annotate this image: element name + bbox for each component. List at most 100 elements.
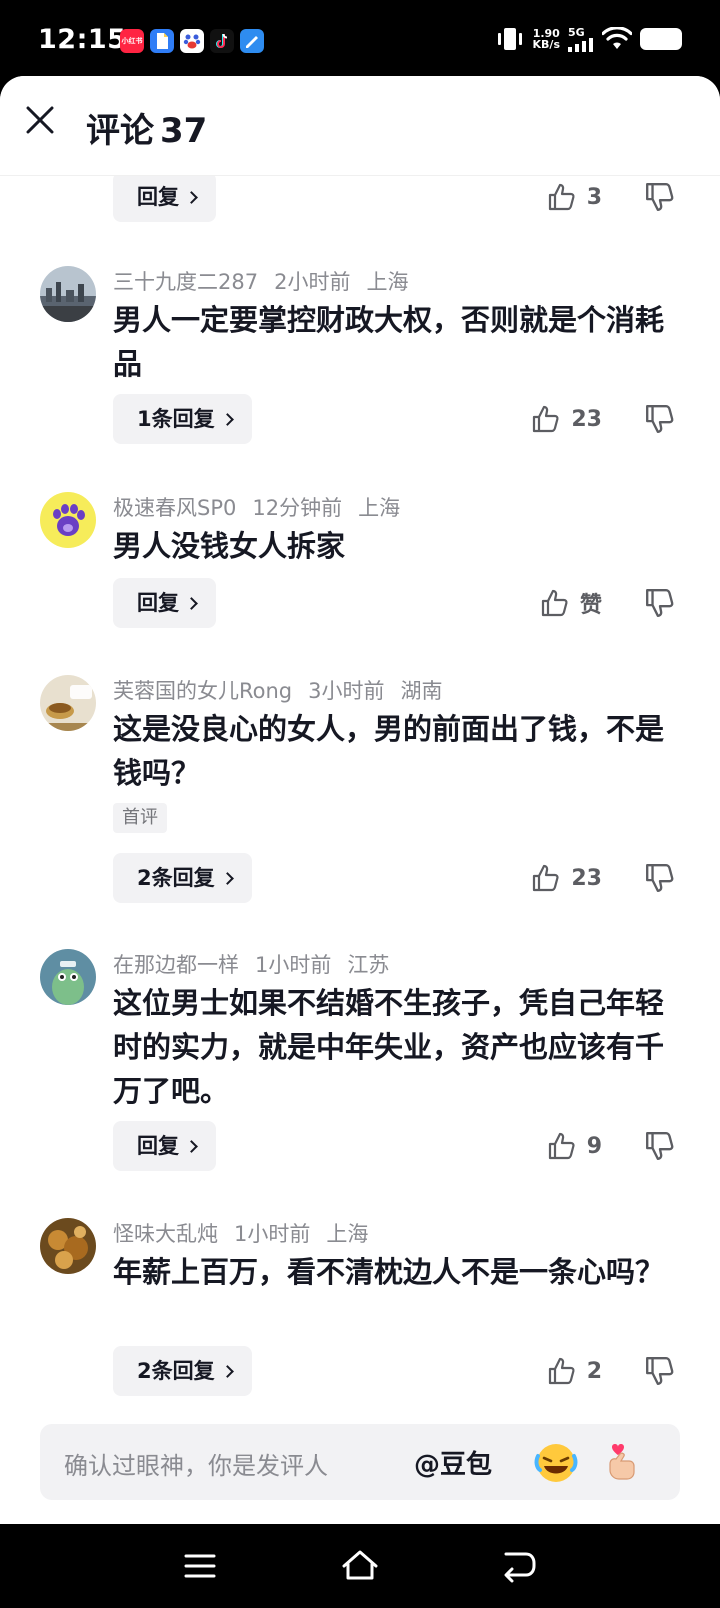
cartoon-avatar-icon <box>40 949 96 1005</box>
reply-label: 回复 <box>137 185 179 209</box>
reply-label: 2条回复 <box>137 1359 215 1383</box>
reply-label: 回复 <box>137 1134 179 1158</box>
like-count: 23 <box>571 406 602 432</box>
thumbs-up-icon <box>548 1132 575 1160</box>
wifi-icon <box>602 27 632 49</box>
thumbs-up-icon <box>533 405 559 433</box>
like-button[interactable]: 23 <box>531 394 602 444</box>
tea-avatar-icon <box>40 675 96 731</box>
comment-time: 2小时前 <box>274 270 351 294</box>
comments-title: 评论 37 <box>86 103 207 152</box>
battery-icon <box>640 28 682 50</box>
comment-input-placeholder[interactable]: 确认过眼神，你是发评人 <box>64 1446 328 1481</box>
network-type: 5G <box>568 25 585 39</box>
signal-icon <box>568 37 593 52</box>
comment-location: 江苏 <box>347 953 390 977</box>
avatar[interactable] <box>40 1218 96 1274</box>
avatar[interactable] <box>40 949 96 1005</box>
comment-time: 1小时前 <box>234 1222 311 1246</box>
comment-username[interactable]: 芙蓉国的女儿Rong <box>113 679 292 703</box>
like-button[interactable]: 赞 <box>540 578 602 628</box>
like-button[interactable]: 2 <box>547 1346 602 1396</box>
reply-button[interactable]: 回复 <box>113 578 216 628</box>
docs-app-icon <box>150 29 174 53</box>
thumbs-up-icon <box>548 1357 575 1385</box>
reply-button[interactable]: 2条回复 <box>113 853 252 903</box>
thumbs-down-icon[interactable] <box>644 587 676 619</box>
cellular-indicator: 5G <box>568 27 594 52</box>
comment-list[interactable]: 回复 3 三十九度二287 2小时前 上海 男人一定要掌控财政大权，否则就是个消耗品… <box>0 176 720 1492</box>
comments-title-label: 评论 <box>86 111 154 151</box>
status-indicators: 1.90 KB/s 5G <box>495 26 682 52</box>
close-icon[interactable] <box>22 102 58 138</box>
thumbs-down-icon[interactable] <box>644 181 676 213</box>
comment-location: 上海 <box>366 270 409 294</box>
comment-username[interactable]: 三十九度二287 <box>113 270 258 294</box>
comment-text[interactable]: 这位男士如果不结婚不生孩子，凭自己年轻时的实力，就是中年失业，资产也应该有千万了… <box>113 981 673 1113</box>
laughing-emoji-icon[interactable] <box>532 1438 580 1486</box>
comment-meta: 在那边都一样 1小时前 江苏 <box>113 949 405 979</box>
thumbs-up-icon <box>548 183 575 211</box>
xiaohongshu-app-icon: 小红书 <box>120 29 144 53</box>
like-count: 赞 <box>579 593 602 618</box>
avatar[interactable] <box>40 266 96 322</box>
comment-location: 上海 <box>326 1222 369 1246</box>
like-count: 9 <box>586 1133 602 1159</box>
comments-count: 37 <box>160 111 208 151</box>
chevron-right-icon <box>220 1365 234 1378</box>
chevron-right-icon <box>185 597 198 610</box>
baidu-app-icon <box>180 29 204 53</box>
thumbs-up-icon <box>541 589 568 617</box>
thumbs-down-icon[interactable] <box>644 1130 676 1162</box>
tiktok-app-icon <box>210 29 234 53</box>
comment-text[interactable]: 年薪上百万，看不清枕边人不是一条心吗？ <box>113 1250 673 1294</box>
notification-app-icons: 小红书 <box>120 29 264 53</box>
chevron-right-icon <box>185 191 198 204</box>
comment-meta: 怪味大乱炖 1小时前 上海 <box>113 1218 384 1248</box>
comment-location: 上海 <box>358 496 401 520</box>
comments-sheet: 评论 37 回复 3 三十九度二287 2小时前 上海 男人一定要掌控财政大权，… <box>0 76 720 1524</box>
comment-text[interactable]: 这是没良心的女人，男的前面出了钱，不是钱吗？ <box>113 707 673 795</box>
chevron-right-icon <box>185 1140 198 1153</box>
like-count: 23 <box>571 865 602 891</box>
first-comment-badge: 首评 <box>113 803 167 833</box>
reply-button[interactable]: 回复 <box>113 1121 216 1171</box>
comment-meta: 极速春风SP0 12分钟前 上海 <box>113 492 416 522</box>
comment-time: 1小时前 <box>255 953 332 977</box>
comment-text[interactable]: 男人一定要掌控财政大权，否则就是个消耗品 <box>113 298 673 386</box>
food-avatar-icon <box>40 1218 96 1274</box>
reply-button[interactable]: 回复 <box>113 176 216 222</box>
like-count: 2 <box>586 1358 602 1384</box>
finger-heart-icon[interactable] <box>596 1438 644 1486</box>
comment-time: 12分钟前 <box>252 496 343 520</box>
reply-button[interactable]: 1条回复 <box>113 394 252 444</box>
network-speed-unit: KB/s <box>532 38 560 51</box>
reply-label: 2条回复 <box>137 866 215 890</box>
comment-text[interactable]: 男人没钱女人拆家 <box>113 524 673 568</box>
cat-paw-avatar-icon <box>40 492 96 548</box>
status-bar: 12:15 小红书 1.90 KB/s 5G <box>0 0 720 80</box>
thumbs-down-icon[interactable] <box>644 1355 676 1387</box>
home-icon[interactable] <box>338 1544 382 1588</box>
menu-icon[interactable] <box>178 1544 222 1588</box>
comment-input-bar[interactable]: 确认过眼神，你是发评人 @豆包 <box>40 1424 680 1500</box>
thumbs-down-icon[interactable] <box>644 862 676 894</box>
reply-label: 1条回复 <box>137 407 215 431</box>
comment-username[interactable]: 怪味大乱炖 <box>113 1222 218 1246</box>
like-button[interactable]: 23 <box>531 853 602 903</box>
like-button[interactable]: 9 <box>547 1121 602 1171</box>
like-button[interactable]: 3 <box>547 176 602 222</box>
avatar[interactable] <box>40 492 96 548</box>
back-icon[interactable] <box>498 1544 542 1588</box>
mention-button[interactable]: @豆包 <box>414 1444 492 1481</box>
comment-username[interactable]: 在那边都一样 <box>113 953 239 977</box>
reply-button[interactable]: 2条回复 <box>113 1346 252 1396</box>
comment-location: 湖南 <box>400 679 443 703</box>
system-nav-bar <box>0 1524 720 1608</box>
thumbs-down-icon[interactable] <box>644 403 676 435</box>
like-count: 3 <box>586 184 602 210</box>
comments-header: 评论 37 <box>0 76 720 176</box>
avatar[interactable] <box>40 675 96 731</box>
thumbs-up-icon <box>533 864 559 892</box>
comment-username[interactable]: 极速春风SP0 <box>113 496 236 520</box>
